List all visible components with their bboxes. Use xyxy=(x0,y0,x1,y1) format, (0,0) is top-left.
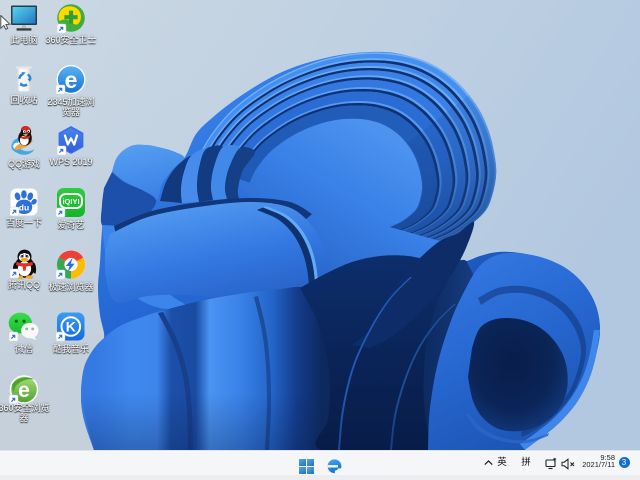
svg-text:e: e xyxy=(65,67,78,93)
svg-text:K: K xyxy=(66,319,76,335)
svg-text:du: du xyxy=(19,203,29,213)
svg-text:iQIYI: iQIYI xyxy=(62,197,79,206)
svg-text:e: e xyxy=(18,379,30,402)
